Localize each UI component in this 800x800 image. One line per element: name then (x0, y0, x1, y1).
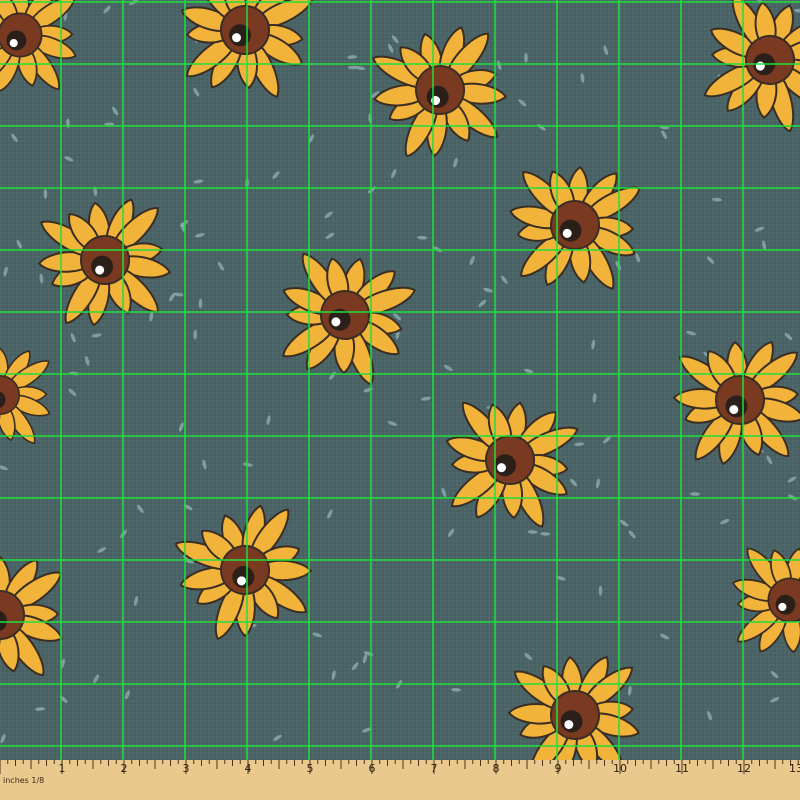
fabric-pattern (0, 0, 800, 800)
ruler-number: 6 (368, 762, 376, 775)
ruler-number: 9 (554, 762, 562, 775)
ruler-number: 12 (737, 762, 751, 775)
ruler-number: 10 (613, 762, 627, 775)
ruler-unit-label: inches 1/8 (3, 776, 45, 785)
ruler-number: 4 (244, 762, 252, 775)
flower-highlight (9, 39, 18, 48)
ruler-number: 2 (120, 762, 128, 775)
ruler-number: 7 (430, 762, 438, 775)
confetti-dot (598, 585, 603, 596)
ruler-number: 13 (789, 762, 800, 775)
fabric-swatch: inches 1/8 1 2 3 4 5 6 7 8 9 10 11 12 13 (0, 0, 800, 800)
ruler-number: 5 (306, 762, 314, 775)
ruler-number: 1 (58, 762, 66, 775)
ruler-number: 3 (182, 762, 190, 775)
confetti-dot (524, 52, 528, 63)
ruler-number: 11 (675, 762, 689, 775)
ruler-number: 8 (492, 762, 500, 775)
